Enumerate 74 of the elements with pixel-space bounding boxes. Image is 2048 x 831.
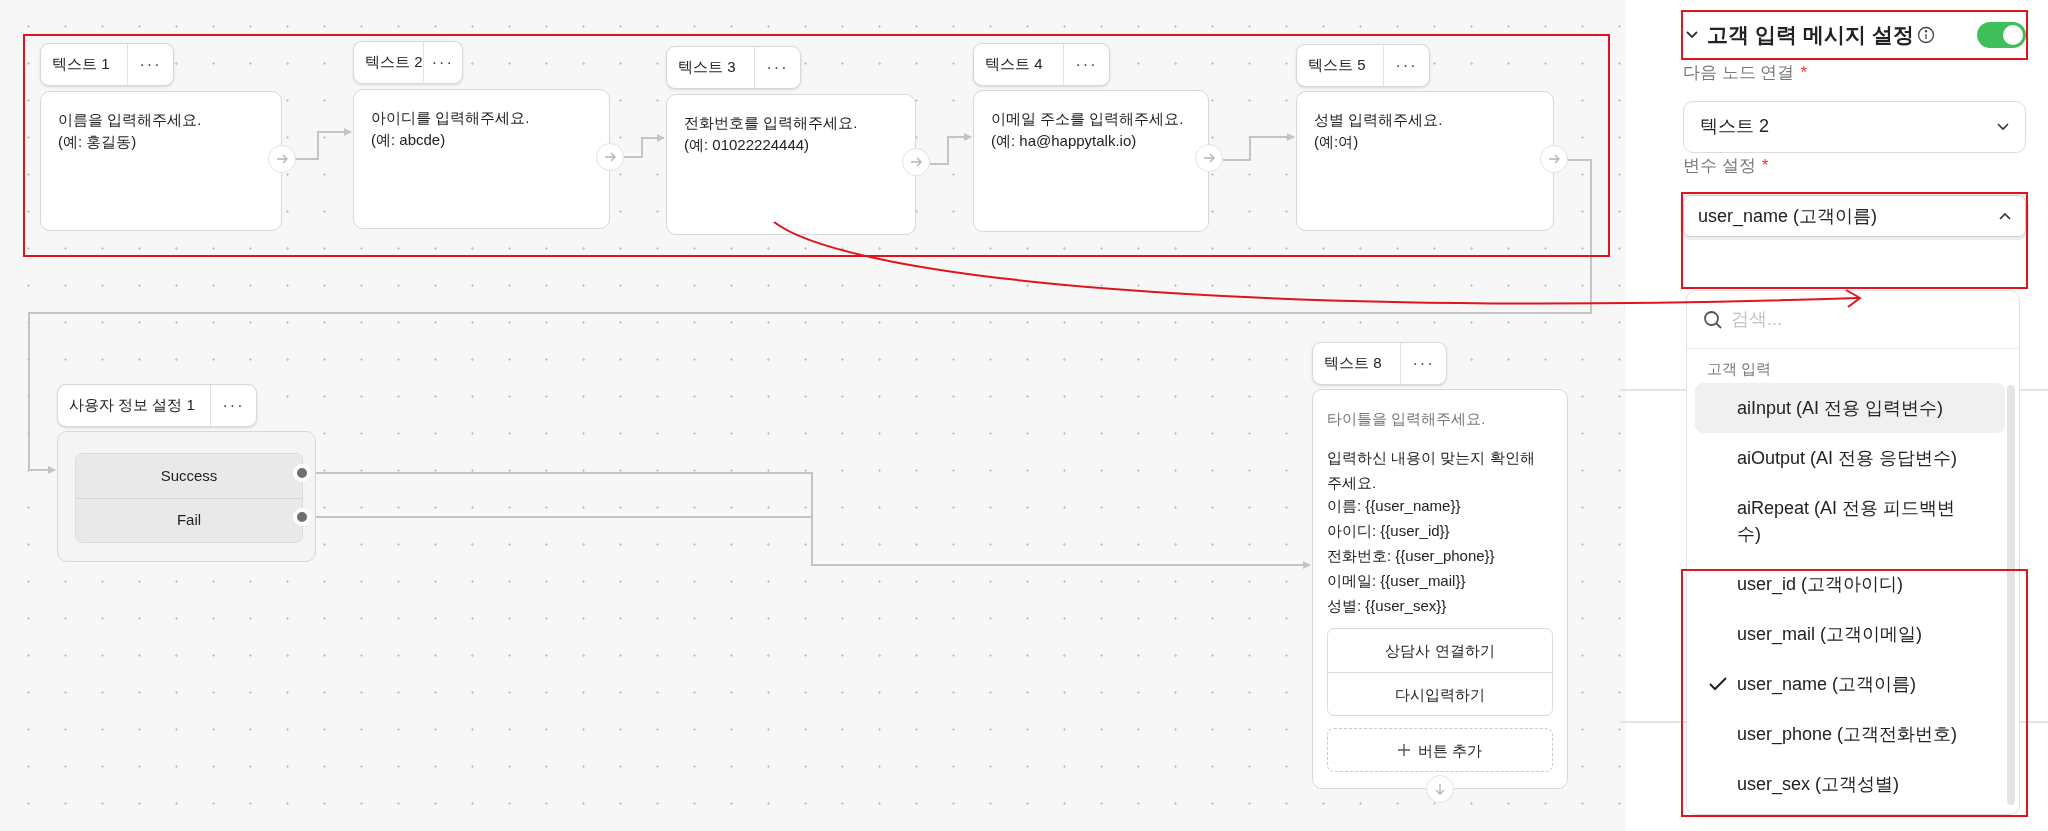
info-icon	[1916, 26, 1935, 44]
more-button[interactable]: ···	[1400, 343, 1446, 384]
node-title: 텍스트 2	[364, 52, 423, 73]
dropdown-option[interactable]: user_name (고객이름)	[1695, 659, 2005, 709]
node-title: 텍스트 1	[51, 54, 111, 75]
more-button[interactable]: ···	[210, 385, 256, 426]
toggle-switch[interactable]	[1977, 22, 2026, 48]
dropdown-option[interactable]: aiOutput (AI 전용 응답변수)	[1695, 433, 2005, 483]
message-text: (예:여)	[1314, 132, 1360, 152]
dropdown-option[interactable]: aiInput (AI 전용 입력변수)	[1695, 383, 2005, 433]
message-card[interactable]: 아이디를 입력해주세요. (예: abcde)	[353, 89, 610, 229]
message-text: 성별: {{user_sex}}	[1327, 596, 1448, 616]
message-text: (예: ha@happytalk.io)	[991, 131, 1138, 151]
output-row[interactable]: Success	[76, 454, 302, 498]
plus-icon	[1397, 744, 1410, 756]
chevron-up-icon	[1999, 212, 2011, 220]
dropdown-option[interactable]: user_mail (고객이메일)	[1695, 609, 2005, 659]
node-title: 텍스트 8	[1323, 353, 1383, 374]
message-card[interactable]: 이메일 주소를 입력해주세요. (예: ha@happytalk.io)	[973, 90, 1209, 232]
group-label: 고객 입력	[1706, 359, 1773, 379]
node-title: 텍스트 3	[677, 57, 737, 78]
search-field[interactable]: 검색...	[1731, 306, 2003, 333]
required-mark: *	[1761, 154, 1769, 177]
search-icon	[1703, 309, 1723, 330]
message-text: 이메일 주소를 입력해주세요.	[991, 109, 1185, 129]
message-text: (예: 홍길동)	[58, 132, 138, 152]
message-text: 성별 입력해주세요.	[1314, 110, 1444, 130]
dropdown-option[interactable]: user_phone (고객전화번호)	[1695, 709, 2005, 759]
message-text: 입력하신 내용이 맞는지 확인해주세요.	[1327, 448, 1536, 493]
more-button[interactable]: ···	[1063, 44, 1109, 85]
chevron-down-icon	[1686, 31, 1698, 39]
dropdown-option[interactable]: aiRepeat (AI 전용 피드백변수)	[1695, 483, 2005, 559]
output-row[interactable]: Fail	[76, 498, 302, 542]
node-header[interactable]: 사용자 정보 설정 1 ···	[57, 384, 257, 427]
node-header[interactable]: 텍스트 3 ···	[666, 46, 801, 89]
field-label: 다음 노드 연결	[1683, 62, 1795, 84]
message-text: 아이디를 입력해주세요.	[371, 108, 531, 128]
message-text: 이름을 입력해주세요.	[58, 110, 203, 130]
dropdown-option[interactable]: user_sex (고객성별)	[1695, 759, 2005, 809]
message-card[interactable]: 이름을 입력해주세요. (예: 홍길동)	[40, 91, 282, 231]
node-title: 사용자 정보 설정 1	[68, 395, 196, 416]
node-header[interactable]: 텍스트 1 ···	[40, 43, 174, 86]
message-text: 전화번호: {{user_phone}}	[1327, 546, 1496, 566]
add-button[interactable]: 버튼 추가	[1327, 728, 1553, 772]
more-button[interactable]: ···	[754, 47, 800, 88]
node-header[interactable]: 텍스트 4 ···	[973, 43, 1110, 86]
message-text: 아이디: {{user_id}}	[1327, 521, 1451, 541]
message-text: 이메일: {{user_mail}}	[1327, 571, 1467, 591]
select-field[interactable]: user_name (고객이름)	[1683, 195, 2026, 237]
node-header[interactable]: 텍스트 2 ···	[353, 41, 463, 84]
more-button[interactable]: ···	[1383, 45, 1429, 86]
chevron-down-icon	[1997, 122, 2009, 131]
more-button[interactable]: ···	[422, 42, 462, 83]
section-title: 고객 입력 메시지 설정	[1707, 22, 1914, 49]
field-label: 변수 설정	[1683, 154, 1756, 177]
node-header[interactable]: 텍스트 8 ···	[1312, 342, 1447, 385]
dropdown-option[interactable]: user_id (고객아이디)	[1695, 559, 2005, 609]
scrollbar[interactable]	[2007, 385, 2015, 805]
reply-button[interactable]: 다시입력하기	[1328, 672, 1552, 715]
message-text: 전화번호를 입력해주세요.	[684, 113, 859, 133]
message-card[interactable]: 성별 입력해주세요. (예:여)	[1296, 91, 1554, 231]
select-field[interactable]: 텍스트 2	[1683, 100, 2026, 153]
message-card[interactable]: 전화번호를 입력해주세요. (예: 01022224444)	[666, 94, 916, 235]
more-button[interactable]: ···	[127, 44, 173, 85]
title-placeholder: 타이틀을 입력해주세요.	[1327, 409, 1487, 429]
required-mark: *	[1800, 62, 1808, 84]
node-title: 텍스트 4	[984, 54, 1044, 75]
reply-button[interactable]: 상담사 연결하기	[1328, 629, 1552, 672]
message-text: (예: abcde)	[371, 130, 447, 150]
message-card[interactable]: 타이틀을 입력해주세요. 입력하신 내용이 맞는지 확인해주세요. 이름: {{user_name}} 아이디: {{user_id}} 전화번호: {{user_phone}} 이메일: {{user_mail}} 성별: {{user_sex}} 상담사 연결하기 다시입력하기 버튼 추가	[1312, 389, 1568, 789]
node-header[interactable]: 텍스트 5 ···	[1296, 44, 1430, 87]
message-text: 이름: {{user_name}}	[1327, 496, 1462, 516]
message-text: (예: 01022224444)	[684, 135, 811, 155]
node-title: 텍스트 5	[1307, 55, 1367, 76]
